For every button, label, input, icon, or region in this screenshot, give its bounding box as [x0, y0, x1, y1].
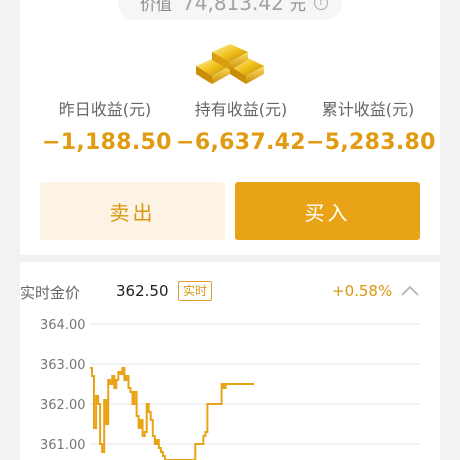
realtime-price: 362.50 — [116, 282, 169, 300]
stat-value: −6,637.42 — [176, 130, 306, 155]
realtime-price-chart: 364.00 363.00 362.00 361.00 — [40, 318, 420, 460]
y-tick-label: 363.00 — [40, 358, 86, 373]
sell-button[interactable]: 卖出 — [40, 182, 225, 240]
chevron-up-icon[interactable] — [400, 284, 420, 298]
stat-holding: 持有收益(元) −6,637.42 — [176, 96, 306, 155]
stat-value: −5,283.80 — [306, 130, 436, 155]
value-label: 价值 — [140, 0, 173, 14]
stat-label: 累计收益(元) — [321, 100, 415, 119]
holding-value-pill: 价值 74,813.42 元 i — [118, 0, 342, 20]
stat-value: −1,188.50 — [42, 130, 172, 155]
stat-label: 昨日收益(元) — [58, 100, 152, 119]
info-icon[interactable]: i — [313, 0, 328, 10]
realtime-change: +0.58% — [332, 282, 393, 300]
price-series-line — [90, 367, 254, 460]
value-amount: 74,813.42 — [182, 0, 284, 15]
stat-label: 持有收益(元) — [194, 100, 288, 119]
realtime-label: 实时金价 — [20, 284, 81, 302]
y-tick-label: 362.00 — [40, 398, 86, 413]
stat-yesterday: 昨日收益(元) −1,188.50 — [42, 96, 172, 155]
value-unit: 元 — [289, 0, 306, 14]
gold-bars-icon — [196, 44, 264, 84]
stat-cumulative: 累计收益(元) −5,283.80 — [306, 96, 436, 155]
y-tick-label: 364.00 — [40, 318, 86, 333]
earnings-stats: 昨日收益(元) −1,188.50 持有收益(元) −6,637.42 累计收益… — [20, 96, 440, 156]
realtime-header: 实时金价 362.50 实时 +0.58% — [20, 281, 420, 302]
buy-button[interactable]: 买入 — [235, 182, 420, 240]
y-tick-label: 361.00 — [40, 438, 86, 453]
realtime-badge: 实时 — [178, 281, 213, 301]
